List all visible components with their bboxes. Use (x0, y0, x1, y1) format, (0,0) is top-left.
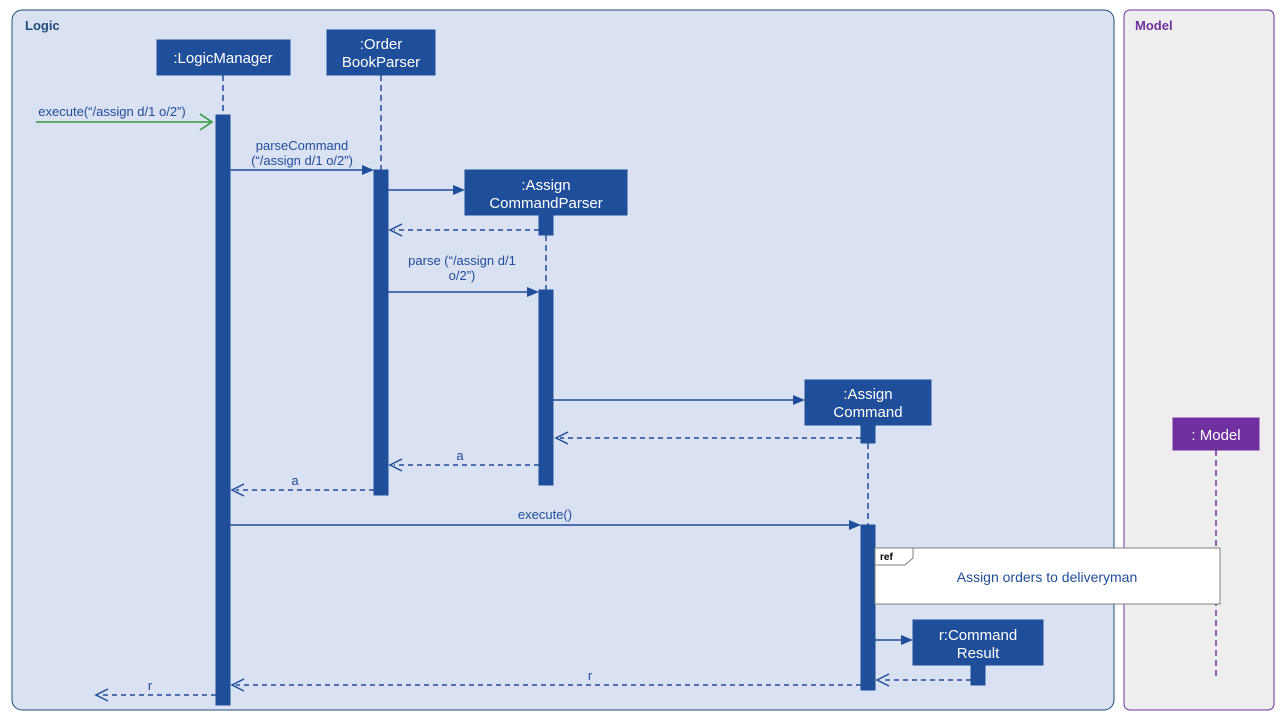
logic-manager-label: :LogicManager (173, 50, 272, 67)
label-parse-command1: parseCommand (256, 138, 349, 153)
label-parse2: o/2”) (449, 268, 476, 283)
command-result-label2: Result (957, 645, 1000, 662)
model-frame (1124, 10, 1274, 710)
model-label: : Model (1191, 427, 1240, 444)
command-result-act (971, 665, 985, 685)
ref-text: Assign orders to deliveryman (957, 569, 1138, 585)
assign-command-parser-act1 (539, 215, 553, 235)
model-frame-label: Model (1135, 18, 1173, 33)
assign-command-parser-act2 (539, 290, 553, 485)
logic-frame-label: Logic (25, 18, 60, 33)
ref-tab-label: ref (880, 552, 893, 563)
command-result-label1: r:Command (939, 627, 1017, 644)
label-return-r2: r (148, 678, 153, 693)
assign-command-label1: :Assign (843, 386, 892, 403)
order-book-parser-activation (374, 170, 388, 495)
assign-command-parser-label2: CommandParser (489, 195, 602, 212)
sequence-diagram: Logic Model :LogicManager :Order BookPar… (0, 0, 1280, 720)
label-execute: execute() (518, 507, 572, 522)
label-parse-command2: (“/assign d/1 o/2”) (251, 153, 353, 168)
label-return-a1: a (456, 448, 464, 463)
assign-command-parser-label1: :Assign (521, 177, 570, 194)
label-return-r1: r (588, 668, 593, 683)
assign-command-act1 (861, 525, 875, 690)
label-parse1: parse (“/assign d/1 (408, 253, 516, 268)
assign-command-act0 (861, 425, 875, 443)
order-book-parser-label1: :Order (360, 36, 403, 53)
logic-manager-activation (216, 115, 230, 705)
label-execute-in: execute(“/assign d/1 o/2”) (38, 104, 185, 119)
order-book-parser-label2: BookParser (342, 54, 420, 71)
assign-command-label2: Command (833, 404, 902, 421)
label-return-a2: a (291, 473, 299, 488)
